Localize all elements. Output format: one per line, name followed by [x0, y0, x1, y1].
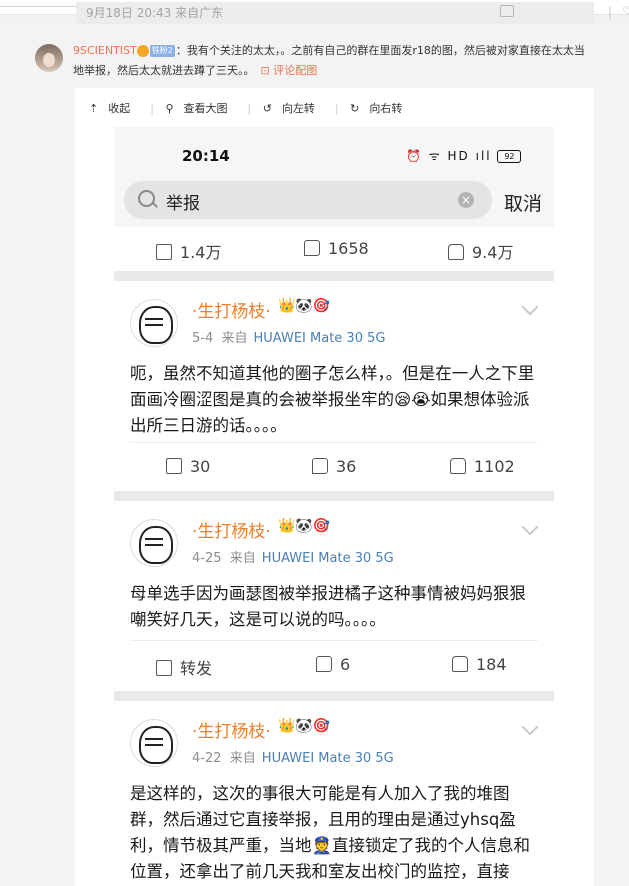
repost-icon: [156, 660, 172, 676]
comment-icon: [304, 240, 320, 256]
comment-action: 6: [316, 655, 350, 674]
magnify-icon: ⚲: [165, 102, 174, 115]
rotate-right-button[interactable]: ↻ 向右转: [350, 102, 412, 115]
repost-action: 30: [166, 457, 210, 476]
crown-icon: [136, 45, 149, 57]
like-icon[interactable]: ♡: [622, 4, 629, 18]
post-card: ·生打杨枝· 👑🐼🎯 5-4 来自 HUAWEI Mate 30 5G 呃，虽然不…: [114, 281, 554, 491]
post-actions: 30 36 1102: [114, 445, 554, 489]
post-meta: 4-22 来自 HUAWEI Mate 30 5G: [192, 751, 394, 766]
collapse-icon: ⇡: [89, 102, 99, 115]
chevron-down-icon: [521, 718, 539, 736]
previous-comment-timestamp: 9月18日 20:43 来自广东: [86, 6, 224, 20]
poster-avatar: [130, 519, 178, 567]
comment-picture-link[interactable]: ⊡ 评论配图: [261, 64, 318, 77]
post-meta: 4-25 来自 HUAWEI Mate 30 5G: [192, 551, 394, 566]
rotate-left-icon: ↺: [262, 102, 272, 115]
poster-name: ·生打杨枝·: [192, 522, 271, 542]
fan-badge: 铁粉2: [149, 45, 175, 57]
feed-gap: [114, 691, 554, 701]
post-card: ·生打杨枝· 👑🐼🎯 4-25 来自 HUAWEI Mate 30 5G 母单选手…: [114, 501, 554, 691]
picture-icon: ⊡: [260, 64, 274, 77]
post-text: 是这样的，这次的事很大可能是有人加入了我的堆图群，然后通过它直接举报，且用的理由…: [130, 784, 531, 881]
post-text: 母单选手因为画瑟图被举报进橘子这种事情被妈妈狠狠嘲笑好几天，这是可以说的吗。。。…: [130, 584, 526, 629]
poster-avatar: [130, 299, 178, 347]
thumb-up-icon: [452, 656, 468, 672]
thumb-up-icon: [448, 244, 464, 260]
divider: [130, 442, 538, 443]
collapse-button[interactable]: ⇡ 收起: [89, 102, 140, 115]
status-icons: ⏰ ᯤ HD ıll 92: [406, 147, 522, 164]
repost-icon: [156, 244, 172, 260]
post-text: 呃，虽然不知道其他的圈子怎么样，。但是在一人之下里面画冷圈涩图是真的会被举报坐牢…: [130, 364, 535, 435]
like-action: 184: [452, 655, 507, 674]
search-query: 举报: [166, 194, 200, 214]
repost-action: 转发: [156, 655, 212, 679]
chevron-down-icon: [521, 298, 539, 316]
user-badge-emojis: 👑🐼🎯: [278, 518, 331, 534]
poster-name: ·生打杨枝·: [192, 302, 271, 322]
comment-action: 36: [312, 457, 356, 476]
user-badge-emojis: 👑🐼🎯: [278, 298, 331, 314]
clear-search-icon: ×: [458, 192, 474, 208]
commenter-username[interactable]: 9SCIENTIST: [73, 44, 137, 57]
repost-action: 1.4万: [156, 239, 221, 263]
view-large-button[interactable]: ⚲ 查看大图: [165, 102, 237, 115]
like-action: 1102: [450, 457, 515, 476]
previous-comment-footer: 9月18日 20:43 来自广东 | ♡ 44: [76, 2, 629, 24]
poster-avatar: [130, 719, 178, 767]
rotate-right-icon: ↻: [350, 102, 360, 115]
feed-gap: [114, 491, 554, 501]
poster-name: ·生打杨枝·: [192, 722, 271, 742]
rotate-left-button[interactable]: ↺ 向左转: [263, 102, 325, 115]
battery-icon: 92: [497, 150, 522, 163]
status-time: 20:14: [182, 147, 230, 165]
user-badge-emojis: 👑🐼🎯: [278, 718, 331, 734]
separator: |: [608, 5, 613, 19]
search-icon: [138, 190, 155, 207]
comment-action: 1658: [304, 239, 369, 258]
post-meta: 5-4 来自 HUAWEI Mate 30 5G: [192, 331, 386, 346]
comment-text-block: 9SCIENTIST 铁粉2 ：我有个关注的太太，。之前有自己的群在里面发r18的图…: [73, 41, 593, 81]
post-actions: 转发 6 184: [114, 643, 554, 687]
comment-icon: [316, 656, 332, 672]
search-cancel-button: 取消: [504, 193, 543, 215]
top-post-actions: 1.4万 1658 9.4万: [114, 227, 554, 271]
search-box: 举报 ×: [124, 181, 492, 219]
comment-icon: [312, 458, 328, 474]
reply-icon[interactable]: [500, 5, 514, 17]
thumb-up-icon: [450, 458, 466, 474]
embedded-phone-screenshot[interactable]: 20:14 ⏰ ᯤ HD ıll 92 举报 × 取消 1.4万 1658 9.…: [114, 127, 554, 886]
divider: [130, 640, 538, 641]
image-toolbar: ⇡ 收起 | ⚲ 查看大图 | ↺ 向左转 | ↻ 向右转: [89, 100, 422, 116]
like-action: 9.4万: [448, 239, 513, 263]
post-card: ·生打杨枝· 👑🐼🎯 4-22 来自 HUAWEI Mate 30 5G 是这样的…: [114, 701, 554, 886]
repost-icon: [166, 458, 182, 474]
phone-status-bar: 20:14 ⏰ ᯤ HD ıll 92: [114, 127, 554, 185]
chevron-down-icon: [521, 518, 539, 536]
feed-gap: [114, 271, 554, 281]
commenter-avatar[interactable]: [35, 44, 63, 72]
